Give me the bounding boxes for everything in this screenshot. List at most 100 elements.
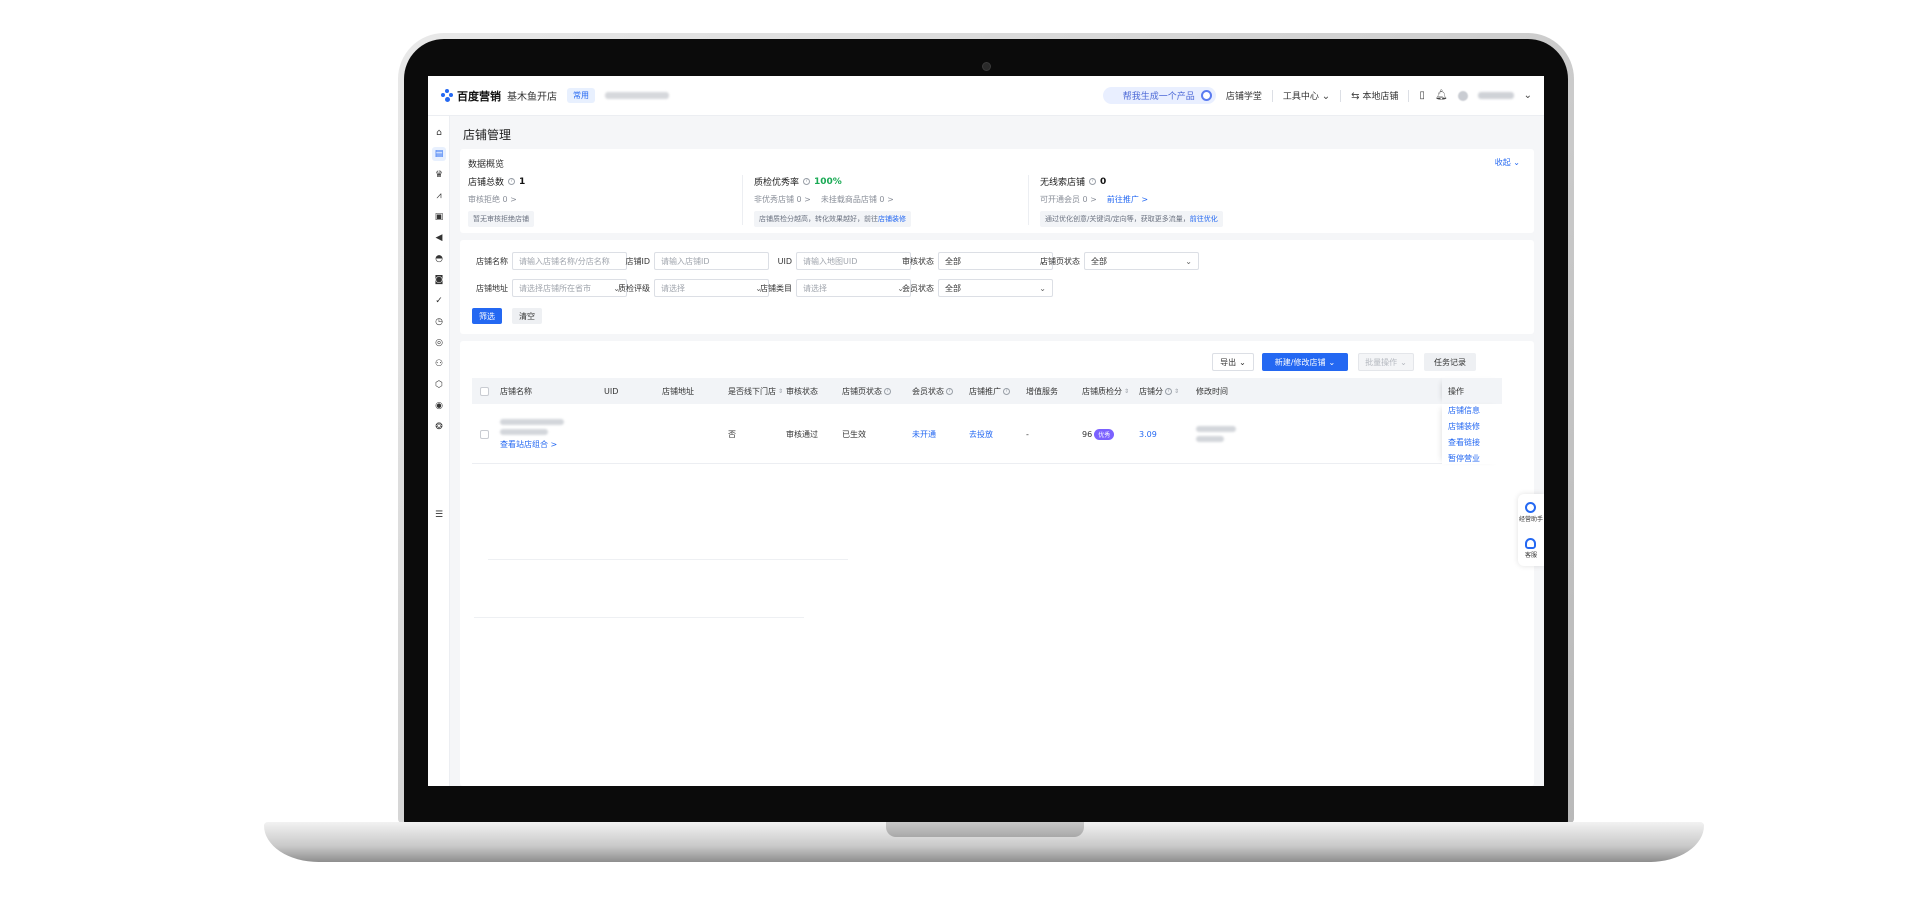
- page-status-select[interactable]: 全部 ⌄: [1084, 252, 1199, 270]
- overview-title: 数据概览: [468, 160, 505, 170]
- info-icon[interactable]: ?: [1165, 387, 1172, 395]
- info-icon[interactable]: ?: [946, 387, 953, 395]
- service-icon[interactable]: ❂: [432, 420, 446, 434]
- placeholder: 请输入店铺ID: [661, 256, 710, 266]
- shop-score-link[interactable]: 3.09: [1139, 404, 1157, 464]
- pause-business-link[interactable]: 暂停营业: [1448, 453, 1502, 464]
- info-icon[interactable]: ?: [1003, 387, 1010, 395]
- settings-icon[interactable]: ⬡: [432, 378, 446, 392]
- chat-icon[interactable]: ◓: [432, 252, 446, 266]
- non-excellent-link[interactable]: 非优秀店铺 0 >: [754, 194, 811, 205]
- member-status-select[interactable]: 全部 ⌄: [938, 279, 1053, 297]
- mobile-icon[interactable]: ▯: [1419, 90, 1425, 101]
- open-member-link[interactable]: 可开通会员 0 >: [1040, 194, 1097, 205]
- offline-cell: 否: [728, 429, 736, 439]
- placeholder: 请选择: [803, 283, 827, 293]
- info-icon[interactable]: ?: [508, 178, 516, 185]
- metric-value: 100%: [814, 176, 842, 187]
- account-breadcrumb[interactable]: [605, 92, 669, 99]
- filter-page-status: 店铺页状态 全部 ⌄: [1036, 252, 1199, 270]
- no-product-link[interactable]: 未挂载商品店铺 0 >: [821, 194, 894, 205]
- col-offline[interactable]: 是否线下门店 ⇕: [728, 378, 783, 404]
- ai-icon: [1200, 90, 1212, 101]
- col-shop-name: 店铺名称: [500, 386, 532, 396]
- info-icon[interactable]: ?: [803, 178, 811, 185]
- link-shop-school[interactable]: 店铺学堂: [1226, 89, 1262, 102]
- bell-icon[interactable]: 🔔︎: [1435, 90, 1448, 101]
- tool-center-menu[interactable]: 工具中心 ⌄: [1283, 89, 1330, 102]
- megaphone-icon[interactable]: ◀: [432, 231, 446, 245]
- metric-label: 无线索店铺: [1040, 178, 1086, 188]
- avatar[interactable]: [1457, 90, 1468, 101]
- batch-action-button[interactable]: 批量操作 ⌄: [1358, 353, 1414, 371]
- customer-service-button[interactable]: 客服: [1525, 537, 1537, 559]
- col-value-added: 增值服务: [1026, 386, 1058, 396]
- go-promote-link[interactable]: 前往推广 >: [1107, 194, 1148, 205]
- page-status-cell: 已生效: [842, 429, 866, 439]
- go-optimize-link[interactable]: 前往优化: [1190, 215, 1218, 223]
- create-shop-button[interactable]: 新建/修改店铺 ⌄: [1262, 353, 1348, 371]
- col-actions: 操作: [1442, 378, 1502, 404]
- collapse-button[interactable]: 收起 ⌄: [1495, 157, 1520, 168]
- col-shop-score[interactable]: 店铺分? ⇕: [1139, 378, 1179, 404]
- ai-prompt-text: 帮我生成一个产品: [1122, 92, 1195, 102]
- select-all-checkbox[interactable]: [480, 378, 489, 404]
- view-group-link[interactable]: 查看站店组合 >: [500, 439, 557, 450]
- filter-label: 店铺页状态: [1040, 256, 1080, 266]
- home-icon[interactable]: ⌂: [432, 126, 446, 140]
- row-checkbox[interactable]: [480, 429, 489, 439]
- chevron-down-icon[interactable]: ⌄: [1524, 90, 1532, 101]
- col-label: 店铺推广: [969, 386, 1001, 396]
- actions-cell: 店铺信息 店铺装修 查看链接 暂停营业: [1442, 404, 1502, 464]
- filter-shop-category: 店铺类目 请选择 ⌄: [752, 279, 911, 297]
- view-link-action[interactable]: 查看链接: [1448, 437, 1502, 448]
- col-label: 会员状态: [912, 386, 944, 396]
- check-icon[interactable]: ✓: [432, 294, 446, 308]
- ai-assistant-pill[interactable]: 帮我生成一个产品: [1102, 87, 1216, 104]
- promote-link[interactable]: 去投放: [969, 404, 993, 464]
- crown-icon[interactable]: ♛: [432, 168, 446, 182]
- task-log-button[interactable]: 任务记录: [1424, 353, 1476, 371]
- shop-name-cell: 查看站店组合 >: [500, 404, 564, 464]
- app-screen: 百度营销 基木鱼开店 常用 帮我生成一个产品 店铺学堂 工具中心 ⌄ ⇆ 本地店…: [428, 76, 1544, 786]
- robot-icon[interactable]: ◉: [432, 399, 446, 413]
- col-page-status: 店铺页状态?: [842, 378, 891, 404]
- metric-tip: 通过优化创意/关键词/定向等，获取更多流量，前往优化: [1040, 211, 1223, 227]
- business-assistant-button[interactable]: 经营助手: [1519, 501, 1543, 523]
- shop-decor-link[interactable]: 店铺装修: [878, 215, 906, 223]
- box-icon[interactable]: ▣: [432, 210, 446, 224]
- export-button[interactable]: 导出 ⌄: [1212, 353, 1254, 371]
- filter-button[interactable]: 筛选: [472, 308, 502, 324]
- placeholder: 请选择: [661, 283, 685, 293]
- local-shop-link[interactable]: ⇆ 本地店铺: [1351, 89, 1398, 102]
- shop-info-link[interactable]: 店铺信息: [1448, 405, 1502, 416]
- clock-icon[interactable]: ◷: [432, 315, 446, 329]
- info-icon[interactable]: ?: [1089, 178, 1097, 185]
- message-icon[interactable]: ◙: [432, 273, 446, 287]
- target-icon[interactable]: ◎: [432, 336, 446, 350]
- divider: [1271, 89, 1273, 102]
- filter-uid: UID 请输入地图UID: [752, 252, 911, 270]
- brand-logo[interactable]: 百度营销 基木鱼开店: [440, 88, 557, 104]
- audit-cell: 审核通过: [786, 429, 818, 439]
- col-promote: 店铺推广?: [969, 378, 1010, 404]
- checkbox[interactable]: [480, 386, 489, 396]
- rejected-count-link[interactable]: 审核拒绝 0 >: [468, 194, 517, 205]
- info-icon[interactable]: ?: [884, 387, 891, 395]
- placeholder: 请输入店铺名称/分店名称: [519, 256, 610, 266]
- user-icon[interactable]: ⚇: [432, 357, 446, 371]
- collapse-menu-icon[interactable]: ☰: [432, 508, 446, 522]
- member-status-link[interactable]: 未开通: [912, 404, 936, 464]
- filter-label: 店铺类目: [760, 283, 792, 293]
- shop-icon[interactable]: ▤: [432, 147, 446, 161]
- user-name[interactable]: [1477, 92, 1514, 99]
- frequent-tag[interactable]: 常用: [567, 88, 595, 103]
- laptop-notch: [886, 822, 1084, 837]
- shop-decor-action-link[interactable]: 店铺装修: [1448, 421, 1502, 432]
- chart-icon[interactable]: ⩘: [432, 189, 446, 203]
- col-quality-score[interactable]: 店铺质检分 ⇕: [1082, 378, 1129, 404]
- batch-label: 批量操作: [1365, 357, 1398, 367]
- metric-value: 1: [519, 176, 526, 187]
- clear-button[interactable]: 清空: [512, 308, 542, 324]
- filter-label: 审核状态: [902, 256, 934, 266]
